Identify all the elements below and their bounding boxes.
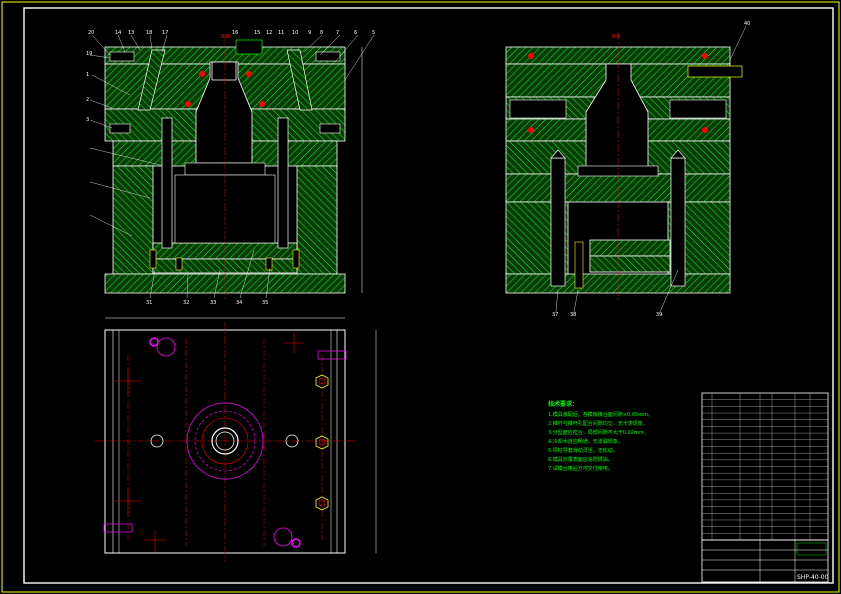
callout-number: 31 xyxy=(146,300,152,306)
callout-number: 12 xyxy=(266,30,272,36)
front-section-view xyxy=(89,34,375,300)
callout-number: 17 xyxy=(162,30,168,36)
tech-req-line: 7.试模合格后方可交付使用。 xyxy=(548,465,613,472)
callout-number: 13 xyxy=(128,30,134,36)
callout-number: 34 xyxy=(236,300,242,306)
tech-req-line: 1.模具装配后，各模板接合面间隙≤0.05mm。 xyxy=(548,411,653,418)
callout-number: 3 xyxy=(86,117,89,123)
tech-req-title: 技术要求： xyxy=(548,400,578,408)
callout-number: 6 xyxy=(354,30,357,36)
cad-drawing: 技术要求： 1.模具装配后，各模板接合面间隙≤0.05mm。 2.推杆与推杆孔配… xyxy=(1,1,840,593)
callout-number: 16 xyxy=(232,30,238,36)
callout-number: 8 xyxy=(320,30,323,36)
parts-list-table xyxy=(701,392,829,541)
side-section-view xyxy=(505,25,747,313)
callout-number: 18 xyxy=(146,30,152,36)
callout-number: 38 xyxy=(570,312,576,318)
callout-number: 7 xyxy=(336,30,339,36)
callout-number: 2 xyxy=(86,97,89,103)
callout-number: 40 xyxy=(744,21,750,27)
plan-view xyxy=(95,317,377,562)
callout-number: 20 xyxy=(88,30,94,36)
drawing-number: SHP-40-00 xyxy=(797,574,829,581)
callout-number: 37 xyxy=(552,312,558,318)
tech-req-line: 5.导柱导套滑动灵活，无松动。 xyxy=(548,447,618,454)
callout-number: 9 xyxy=(308,30,311,36)
technical-requirements: 技术要求： 1.模具装配后，各模板接合面间隙≤0.05mm。 2.推杆与推杆孔配… xyxy=(548,400,653,472)
tech-req-line: 4.冷却水道应畅通，无渗漏现象。 xyxy=(548,438,623,445)
callout-number: 15 xyxy=(254,30,260,36)
section-label: B-B xyxy=(612,34,621,40)
callout-number: 33 xyxy=(210,300,216,306)
tech-req-line: 2.推杆与推杆孔配合间隙均匀，无卡滞现象。 xyxy=(548,420,648,427)
callout-number: 32 xyxy=(183,300,189,306)
callout-number: 14 xyxy=(115,30,121,36)
callout-number: 11 xyxy=(278,30,284,36)
callout-number: 10 xyxy=(292,30,298,36)
title-block: SHP-40-00 xyxy=(701,539,829,583)
callout-number: 5 xyxy=(372,30,375,36)
callout-number: 35 xyxy=(262,300,268,306)
tech-req-line: 6.模具外露表面应涂防锈油。 xyxy=(548,456,613,463)
callout-number: 1 xyxy=(86,72,89,78)
tech-req-line: 3.分型面应密合，局部间隙不大于0.02mm。 xyxy=(548,429,649,436)
callout-number: 39 xyxy=(656,312,662,318)
callout-number: 19 xyxy=(86,51,92,57)
section-label-front: B-B xyxy=(221,34,230,40)
